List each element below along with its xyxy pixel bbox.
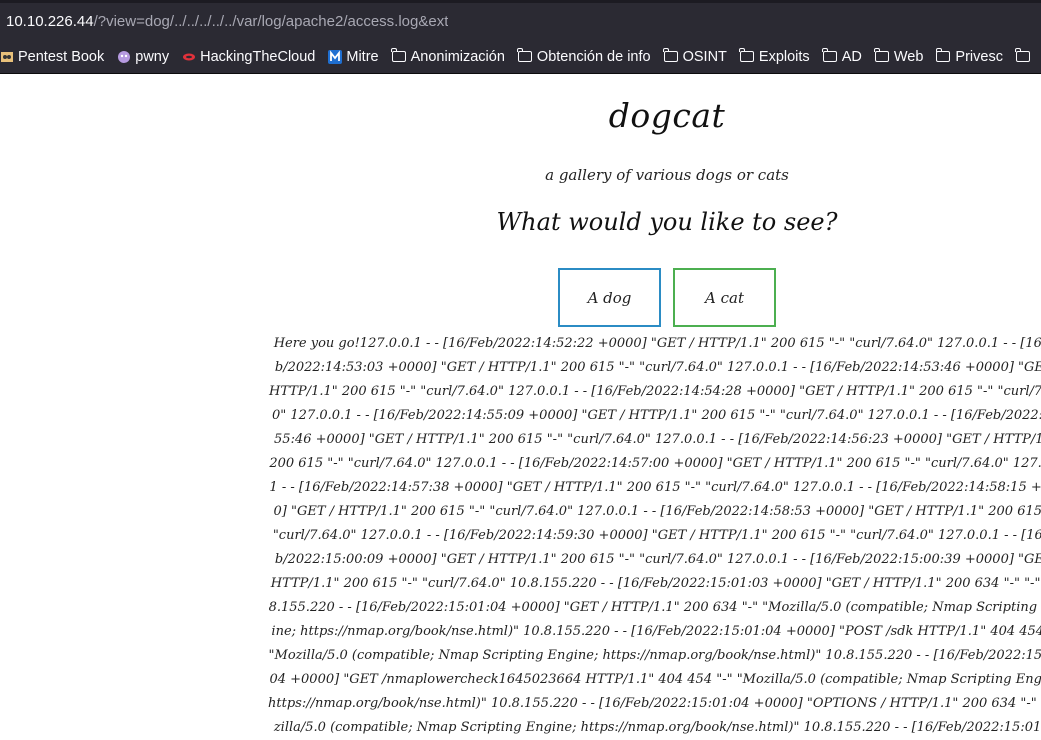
folder-icon (1015, 48, 1030, 62)
bookmark-label: HackingTheCloud (200, 48, 316, 65)
bookmark-osint[interactable]: OSINT (662, 48, 727, 65)
mitre-icon (328, 49, 343, 64)
bookmark-label: Pentest Book (18, 48, 105, 65)
bookmark-hackingthecloud[interactable]: HackingTheCloud (182, 49, 315, 65)
bookmark-label: pwny (135, 48, 170, 65)
folder-icon (822, 48, 837, 62)
bookmark-pentest-book[interactable]: Pentest Book (0, 49, 104, 65)
cat-button[interactable]: A cat (673, 268, 776, 327)
bookmarks-toolbar: Pentest Book pwny HackingTheCloud Mitre … (0, 40, 1041, 74)
bookmark-label: OSINT (682, 48, 727, 65)
url-host: 10.10.226.44 (6, 13, 94, 30)
bookmark-label: AD (841, 48, 862, 65)
pentest-book-icon (1, 51, 13, 62)
url-path: /?view=dog/../../../../../var/log/apache… (93, 13, 449, 30)
bookmark-label: Obtención de info (536, 48, 651, 65)
bookmark-label: Exploits (758, 48, 810, 65)
folder-icon (662, 48, 678, 62)
bookmark-label: Privesc (955, 48, 1003, 65)
page-subtitle: a gallery of various dogs or cats (545, 166, 789, 184)
access-log-output: Here you go!127.0.0.1 - - [16/Feb/2022:1… (268, 336, 1041, 735)
bookmark-pwny[interactable]: pwny (117, 49, 169, 65)
folder-icon (874, 48, 889, 62)
bookmark-web[interactable]: Web (874, 48, 924, 65)
url-text[interactable]: 10.10.226.44/?view=dog/../../../../../va… (6, 13, 448, 30)
folder-icon (391, 48, 406, 62)
page-title: dogcat (608, 96, 726, 135)
bookmark-label: Web (893, 48, 924, 65)
bookmark-obtencion-de-info[interactable]: Obtención de info (517, 48, 651, 65)
bookmark-label: Anonimización (410, 48, 505, 65)
page-question: What would you like to see? (496, 208, 838, 236)
folder-icon (935, 48, 951, 62)
dog-button[interactable]: A dog (558, 268, 661, 327)
hackingthecloud-icon (183, 53, 196, 60)
bookmark-privesc[interactable]: Privesc (935, 48, 1003, 65)
bookmark-ad[interactable]: AD (822, 48, 862, 65)
bookmark-anonimizacion[interactable]: Anonimización (391, 48, 505, 65)
url-bar[interactable]: 10.10.226.44/?view=dog/../../../../../va… (0, 0, 1041, 40)
bookmark-label: Mitre (346, 48, 379, 65)
bookmark-overflow-folder[interactable] (1015, 48, 1035, 62)
page-content: dogcat a gallery of various dogs or cats… (0, 74, 1041, 735)
folder-icon (517, 48, 532, 62)
bookmark-exploits[interactable]: Exploits (739, 48, 810, 65)
pwny-icon (118, 50, 131, 63)
bookmark-mitre[interactable]: Mitre (328, 48, 379, 65)
folder-icon (739, 48, 754, 62)
